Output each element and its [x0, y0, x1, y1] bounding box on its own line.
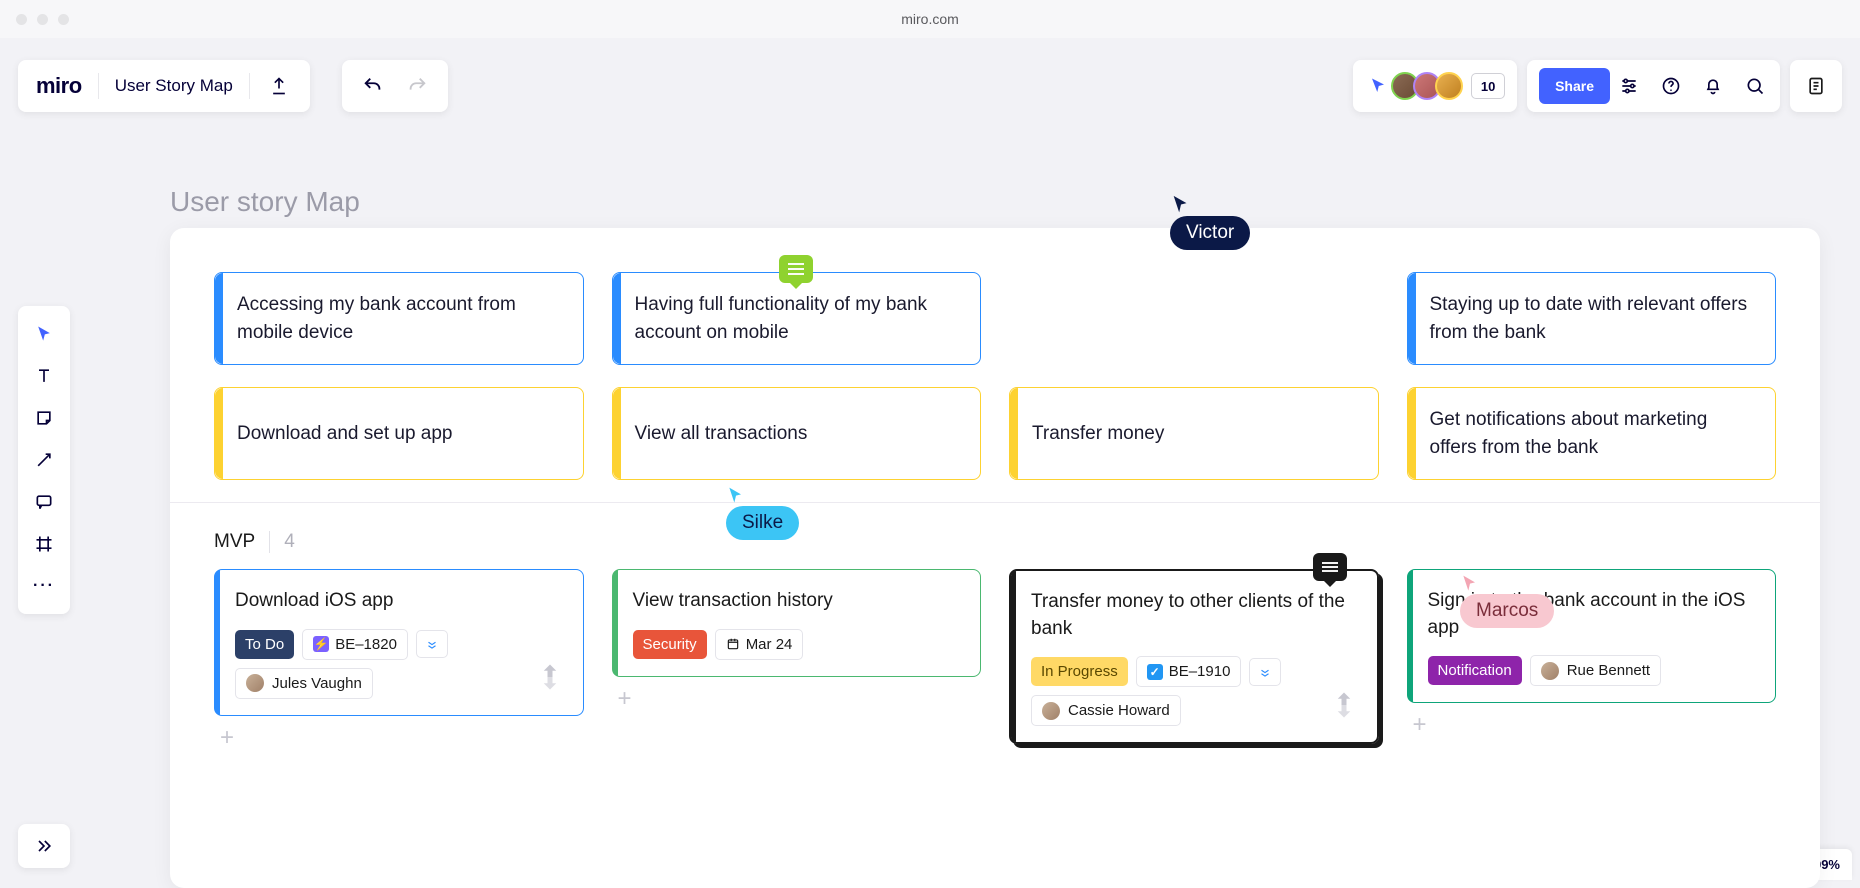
presence-label: Silke [726, 506, 799, 540]
expand-toolbar-button[interactable] [18, 824, 70, 868]
status-tag[interactable]: Security [633, 630, 707, 659]
presence-label: Marcos [1460, 594, 1554, 628]
story-map-board[interactable]: Accessing my bank account from mobile de… [170, 228, 1820, 888]
step-card[interactable]: Download and set up app [214, 387, 584, 480]
cursor-icon [1170, 194, 1192, 216]
export-icon[interactable] [266, 73, 292, 99]
cursor-icon [726, 486, 746, 506]
address-bar[interactable]: miro.com [901, 11, 959, 27]
avatar-icon [1042, 702, 1060, 720]
more-tools[interactable]: ··· [26, 568, 62, 604]
divider [98, 73, 99, 99]
step-card[interactable]: View all transactions [612, 387, 982, 480]
settings-icon[interactable] [1616, 73, 1642, 99]
close-window[interactable] [16, 14, 27, 25]
presence-cursor-marcos: Marcos [1460, 574, 1554, 628]
calendar-icon [726, 637, 740, 651]
story-card-selected[interactable]: Transfer money to other clients of the b… [1009, 569, 1379, 744]
undo-redo-group [342, 60, 448, 112]
check-icon: ✓ [1147, 664, 1163, 680]
presence-cursor-victor: Victor [1170, 194, 1250, 250]
text-tool[interactable] [26, 358, 62, 394]
ticket-tag[interactable]: ⚡BE–1820 [302, 629, 408, 660]
traffic-lights [16, 14, 69, 25]
board-actions: 10 Share [1353, 60, 1842, 112]
epic-text: Accessing my bank account from mobile de… [237, 291, 561, 346]
story-title: View transaction history [633, 588, 961, 615]
epic-card[interactable]: Accessing my bank account from mobile de… [214, 272, 584, 365]
frame-tool[interactable] [26, 526, 62, 562]
maximize-window[interactable] [58, 14, 69, 25]
story-title: Download iOS app [235, 588, 563, 615]
comment-tool[interactable] [26, 484, 62, 520]
release-count: 4 [269, 531, 295, 553]
status-tag[interactable]: Notification [1428, 656, 1522, 685]
presence-label: Victor [1170, 216, 1250, 250]
avatar-icon [246, 674, 264, 692]
avatar[interactable] [1435, 72, 1463, 100]
undo-icon[interactable] [360, 73, 386, 99]
comment-indicator[interactable] [779, 255, 813, 283]
select-tool[interactable] [26, 316, 62, 352]
ticket-tag[interactable]: ✓BE–1910 [1136, 656, 1242, 687]
status-tag[interactable]: In Progress [1031, 657, 1128, 686]
presence-cursor-silke: Silke [726, 486, 799, 540]
divider [249, 73, 250, 99]
comment-indicator[interactable] [1313, 553, 1347, 581]
browser-chrome: miro.com [0, 0, 1860, 38]
step-card[interactable]: Get notifications about marketing offers… [1407, 387, 1777, 480]
board-name[interactable]: User Story Map [115, 76, 233, 96]
help-icon[interactable] [1658, 73, 1684, 99]
cursor-arrow-icon [1365, 73, 1391, 99]
jira-icon [535, 662, 565, 701]
assignee-tag[interactable]: Cassie Howard [1031, 695, 1181, 726]
add-story-button[interactable]: + [612, 677, 982, 721]
assignee-tag[interactable]: Jules Vaughn [235, 668, 373, 699]
story-card[interactable]: Download iOS app To Do ⚡BE–1820 Jules Va… [214, 569, 584, 716]
step-card[interactable]: Transfer money [1009, 387, 1379, 480]
add-story-button[interactable]: + [1407, 703, 1777, 747]
story-title: Transfer money to other clients of the b… [1031, 589, 1357, 642]
miro-logo[interactable]: miro [36, 73, 82, 99]
epic-card[interactable]: Staying up to date with relevant offers … [1407, 272, 1777, 365]
epic-card[interactable]: Having full functionality of my bank acc… [612, 272, 982, 365]
notes-panel-button[interactable] [1790, 60, 1842, 112]
step-text: Download and set up app [237, 420, 453, 448]
step-text: View all transactions [635, 420, 808, 448]
assignee-tag[interactable]: Rue Bennett [1530, 655, 1661, 686]
epic-row: Accessing my bank account from mobile de… [214, 272, 1776, 365]
story-card[interactable]: View transaction history Security Mar 24 [612, 569, 982, 677]
add-story-button[interactable]: + [214, 716, 584, 760]
step-row: Download and set up app View all transac… [214, 387, 1776, 480]
line-tool[interactable] [26, 442, 62, 478]
priority-icon[interactable] [1249, 658, 1281, 686]
redo-icon[interactable] [404, 73, 430, 99]
release-header[interactable]: MVP 4 [214, 503, 1776, 569]
board-header: miro User Story Map [18, 60, 310, 112]
epic-text: Having full functionality of my bank acc… [635, 291, 959, 346]
avatar-count[interactable]: 10 [1471, 73, 1505, 99]
priority-icon[interactable] [416, 630, 448, 658]
step-text: Transfer money [1032, 420, 1164, 448]
date-tag[interactable]: Mar 24 [715, 629, 804, 660]
step-text: Get notifications about marketing offers… [1430, 406, 1754, 461]
cursor-icon [1460, 574, 1480, 594]
avatar-icon [1541, 662, 1559, 680]
epic-slot-empty [1009, 272, 1379, 365]
presence-pill[interactable]: 10 [1353, 60, 1517, 112]
jira-icon [1329, 690, 1359, 729]
search-icon[interactable] [1742, 73, 1768, 99]
release-name: MVP [214, 531, 255, 553]
share-button[interactable]: Share [1539, 68, 1610, 104]
bell-icon[interactable] [1700, 73, 1726, 99]
side-toolbar: ··· [18, 306, 70, 614]
canvas-title: User story Map [170, 186, 360, 218]
epic-text: Staying up to date with relevant offers … [1430, 291, 1754, 346]
bolt-icon: ⚡ [313, 636, 329, 652]
sticky-note-tool[interactable] [26, 400, 62, 436]
status-tag[interactable]: To Do [235, 630, 294, 659]
board-tools-pill: Share [1527, 60, 1780, 112]
minimize-window[interactable] [37, 14, 48, 25]
